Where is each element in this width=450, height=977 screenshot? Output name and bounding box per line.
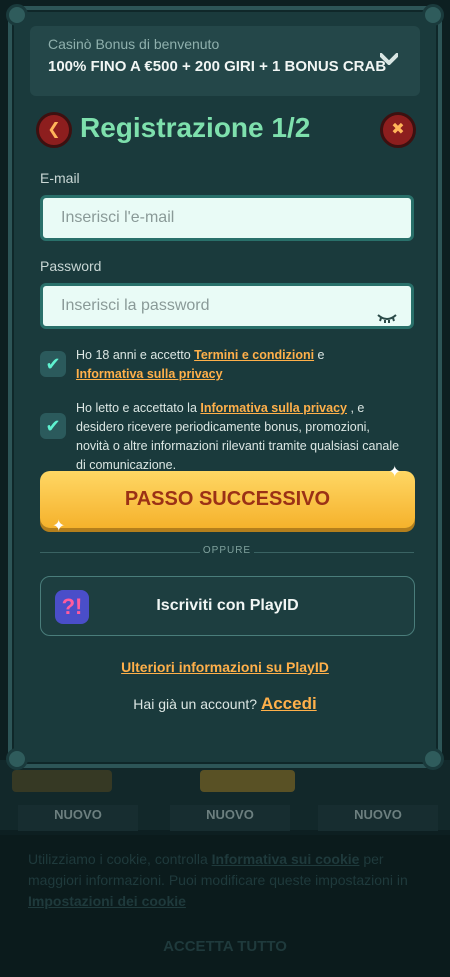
cookie-settings-link[interactable]: Impostazioni dei cookie — [28, 893, 186, 909]
page-title: Registrazione 1/2 — [80, 112, 311, 143]
or-label: OPPURE — [202, 545, 252, 556]
account-question: Hai già un account? — [133, 696, 258, 712]
password-placeholder: Inserisci la password — [61, 297, 210, 314]
privacy-policy-link[interactable]: Informativa sulla privacy — [76, 367, 223, 381]
or-divider: OPPURE — [40, 545, 414, 559]
next-step-button[interactable]: PASSO SUCCESSIVO — [40, 471, 415, 528]
sparkle-icon: ✦ — [52, 518, 66, 535]
playid-signup-label: Iscriviti con PlayID — [156, 597, 299, 614]
new-badge: NUOVO — [318, 805, 438, 831]
playid-info-link[interactable]: Ulteriori informazioni su PlayID — [0, 659, 450, 675]
modal-header: ❮ Registrazione 1/2 ✖ — [36, 112, 416, 150]
close-button[interactable]: ✖ — [380, 112, 416, 148]
close-icon: ✖ — [391, 121, 405, 138]
sparkle-icon: ✦ — [388, 464, 402, 481]
password-field[interactable]: Inserisci la password — [40, 283, 414, 329]
age-consent-text: Ho 18 anni e accetto Termini e condizion… — [76, 346, 406, 384]
playid-signup-button[interactable]: ?! Iscriviti con PlayID — [40, 576, 415, 636]
chevron-down-icon[interactable] — [379, 48, 399, 71]
bonus-subtitle: Casinò Bonus di benvenuto — [48, 36, 220, 52]
background-game-tile — [12, 770, 112, 792]
frame-corner-ornament — [6, 748, 28, 770]
back-arrow-icon: ❮ — [47, 121, 61, 138]
checkmark-icon: ✔ — [45, 354, 61, 374]
accept-all-button[interactable]: ACCETTA TUTTO — [0, 938, 450, 955]
age-consent-text-part: Ho 18 anni e accetto — [76, 348, 195, 362]
email-placeholder: Inserisci l'e-mail — [61, 209, 175, 226]
privacy-policy-link[interactable]: Informativa sulla privacy — [200, 401, 347, 415]
welcome-bonus-panel[interactable]: Casinò Bonus di benvenuto 100% FINO A €5… — [30, 26, 420, 96]
cookie-text: Utilizziamo i cookie, controlla Informat… — [28, 849, 422, 912]
cookie-text-part: Utilizziamo i cookie, controlla — [28, 851, 212, 867]
age-consent-checkbox[interactable]: ✔ — [40, 351, 66, 377]
frame-corner-ornament — [422, 4, 444, 26]
email-label: E-mail — [40, 170, 80, 186]
checkmark-icon: ✔ — [45, 416, 61, 436]
cookie-policy-link[interactable]: Informativa sui cookie — [212, 851, 360, 867]
age-consent-text-part: e — [314, 348, 325, 362]
back-button[interactable]: ❮ — [36, 112, 72, 148]
terms-link[interactable]: Termini e condizioni — [194, 348, 314, 362]
new-badge: NUOVO — [170, 805, 290, 831]
password-label: Password — [40, 258, 102, 274]
bonus-offer: 100% FINO A €500 + 200 GIRI + 1 BONUS CR… — [48, 58, 387, 75]
new-badge: NUOVO — [18, 805, 138, 831]
eye-closed-icon[interactable] — [377, 298, 397, 338]
marketing-consent-text: Ho letto e accettato la Informativa sull… — [76, 399, 406, 475]
frame-corner-ornament — [6, 4, 28, 26]
email-field[interactable]: Inserisci l'e-mail — [40, 195, 414, 241]
background-game-tile — [200, 770, 295, 792]
cookie-banner: Utilizziamo i cookie, controlla Informat… — [0, 835, 450, 977]
marketing-consent-checkbox[interactable]: ✔ — [40, 413, 66, 439]
login-prompt: Hai già un account? Accedi — [0, 694, 450, 714]
frame-corner-ornament — [422, 748, 444, 770]
marketing-consent-text-part: Ho letto e accettato la — [76, 401, 201, 415]
login-link[interactable]: Accedi — [261, 694, 317, 713]
